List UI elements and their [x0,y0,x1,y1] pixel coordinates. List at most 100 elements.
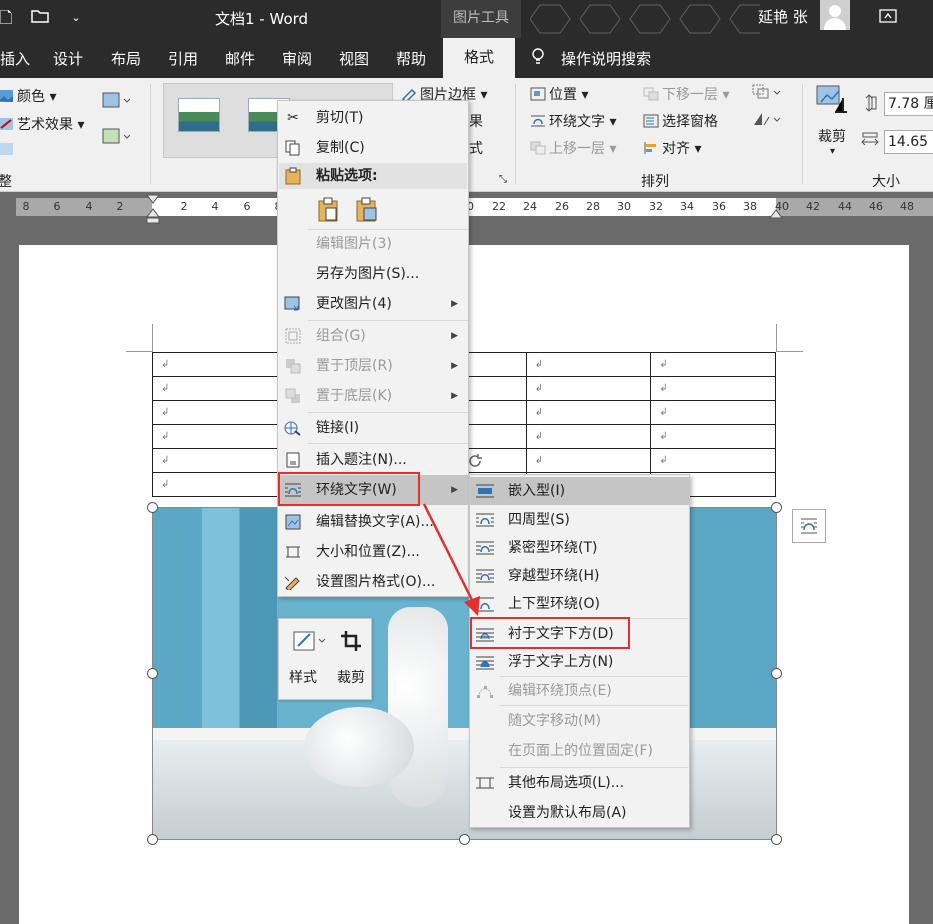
selection-pane-button[interactable]: 选择窗格 [643,111,718,131]
transparency-icon[interactable] [0,142,17,158]
tab-layout[interactable]: 布局 [111,48,141,69]
menu-send-to-back[interactable]: 置于底层(K) ▶ [278,381,468,411]
submenu-more-layout[interactable]: 其他布局选项(L)... [470,769,689,797]
submenu-set-default[interactable]: 设置为默认布局(A) [470,799,689,827]
menu-cut[interactable]: ✂ 剪切(T) [278,103,468,133]
compress-picture-icon[interactable] [102,92,131,112]
bring-forward-button[interactable]: 上移一层 ▾ [530,138,616,158]
ribbon-display-options-icon[interactable] [878,8,898,28]
menu-bring-to-front[interactable]: 置于顶层(R) ▶ [278,351,468,381]
indent-marker-icon[interactable] [146,194,160,224]
resize-handle[interactable] [771,834,782,845]
color-icon [0,90,13,102]
submenu-top-bottom[interactable]: 上下型环绕(O) [470,590,689,618]
paste-keep-format-icon[interactable] [317,197,341,223]
art-effects-button[interactable]: 艺术效果 ▾ [0,114,84,134]
rotate-icon[interactable] [752,111,782,131]
table-cell[interactable]: ↲ [152,472,278,497]
wrap-text-submenu: 嵌入型(I) 四周型(S) 紧密型环绕(T) 穿越型环绕(H) 上下型环绕(O)… [469,474,690,828]
tab-help[interactable]: 帮助 [396,48,426,69]
align-icon [644,142,656,154]
ruler-tick: 2 [180,200,188,213]
menu-group[interactable]: 组合(G) ▶ [278,321,468,351]
wrap-text-ribbon-button[interactable]: 环绕文字 ▾ [530,111,616,131]
table-cell[interactable]: ↲ [525,448,652,473]
submenu-square[interactable]: 四周型(S) [470,506,689,534]
crop-icon[interactable] [339,629,363,653]
tell-me-search[interactable]: 操作说明搜索 [561,48,651,69]
customize-quick-access-icon[interactable]: ⌄ [66,8,86,28]
tab-format[interactable]: 格式 [443,38,515,78]
width-field[interactable]: 14.65 [884,130,933,154]
crop-button[interactable]: 裁剪 [818,126,846,146]
resize-handle[interactable] [459,834,470,845]
table-cell[interactable]: ↲ [650,424,776,449]
table-cell[interactable]: ↲ [525,400,652,425]
color-button[interactable]: 颜色 ▾ [0,86,56,106]
table-cell[interactable]: ↲ [152,448,278,473]
right-indent-marker-icon[interactable] [769,206,783,220]
crop-dropdown-icon[interactable]: ▾ [830,146,835,157]
new-document-icon[interactable]: 🗋 [0,8,16,28]
tab-view[interactable]: 视图 [339,48,369,69]
reset-picture-icon[interactable] [102,128,131,148]
ruler-tick: 34 [680,200,694,213]
menu-save-as-picture[interactable]: 另存为图片(S)... [278,259,468,289]
position-button[interactable]: 位置 ▾ [530,84,588,104]
tab-insert[interactable]: 插入 [0,48,30,69]
table-cell[interactable]: ↲ [152,424,278,449]
tab-mailings[interactable]: 邮件 [225,48,255,69]
tab-references[interactable]: 引用 [168,48,198,69]
table-cell[interactable]: ↲ [650,376,776,401]
crop-icon[interactable] [815,84,855,120]
menu-edit-picture[interactable]: 编辑图片(3) [278,229,468,259]
table-cell[interactable]: ↲ [650,352,776,377]
submenu-move-with-text[interactable]: 随文字移动(M) [470,707,689,735]
picture-style-1[interactable] [178,98,220,132]
submenu-edit-wrap-points[interactable]: 编辑环绕顶点(E) [470,677,689,705]
resize-handle[interactable] [771,502,782,513]
resize-handle[interactable] [147,668,158,679]
resize-handle[interactable] [147,502,158,513]
menu-insert-caption[interactable]: 插入题注(N)... [278,445,468,475]
submenu-fix-position[interactable]: 在页面上的位置固定(F) [470,737,689,765]
picture-style-icon[interactable] [293,629,327,653]
tab-design[interactable]: 设计 [53,48,83,69]
table-cell[interactable]: ↲ [525,424,652,449]
menu-change-picture[interactable]: 更改图片(4) ▶ [278,289,468,319]
table-cell[interactable]: ↲ [525,376,652,401]
resize-handle[interactable] [771,668,782,679]
user-name[interactable]: 延艳 张 [758,6,808,27]
resize-handle[interactable] [147,834,158,845]
send-backward-button[interactable]: 下移一层 ▾ [643,84,729,104]
menu-link[interactable]: 链接(I) [278,413,468,443]
submenu-in-front[interactable]: 浮于文字上方(N) [470,648,689,676]
dialog-launcher-icon[interactable]: ⤡ [499,174,507,185]
table-cell[interactable]: ↲ [152,376,278,401]
submenu-through[interactable]: 穿越型环绕(H) [470,562,689,590]
paste-picture-icon[interactable] [355,197,379,223]
table-cell[interactable]: ↲ [525,352,652,377]
link-icon [284,420,302,436]
table-cell[interactable]: ↲ [152,400,278,425]
open-folder-icon[interactable] [30,8,50,28]
menu-copy[interactable]: 复制(C) [278,133,468,163]
avatar[interactable] [820,0,850,30]
layout-options-button[interactable] [792,509,826,543]
picture-layout-button[interactable]: 式 [469,138,483,158]
picture-effects-button[interactable]: 果 [469,111,483,131]
height-field[interactable]: 7.78 厘 [884,92,933,116]
submenu-inline[interactable]: 嵌入型(I) [470,477,689,505]
table-cell[interactable]: ↲ [650,400,776,425]
ribbon-tabs: 插入 设计 布局 引用 邮件 审阅 视图 帮助 格式 操作说明搜索 [0,38,933,78]
highlight-box-wrap-text [278,472,420,506]
mini-crop-button[interactable]: 裁剪 [337,667,365,687]
align-button[interactable]: 对齐 ▾ [643,138,701,158]
submenu-tight[interactable]: 紧密型环绕(T) [470,534,689,562]
table-cell[interactable]: ↲ [152,352,278,377]
more-layout-icon [475,775,495,791]
tab-review[interactable]: 审阅 [282,48,312,69]
mini-style-button[interactable]: 样式 [289,667,317,687]
group-objects-icon[interactable] [752,84,782,104]
table-cell[interactable]: ↲ [650,448,776,473]
